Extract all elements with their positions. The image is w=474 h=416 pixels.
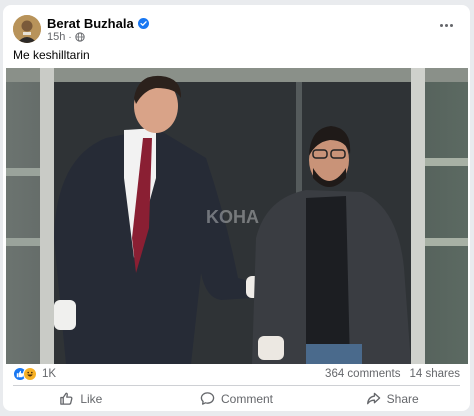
share-button[interactable]: Share (314, 386, 470, 411)
post-photo[interactable]: KOHA (6, 68, 468, 364)
post-timestamp[interactable]: 15h (47, 31, 65, 43)
like-label: Like (80, 391, 103, 406)
speech-bubble-icon (200, 392, 215, 405)
post-card: Berat Buzhala 15h · Me keshilltarin KOHA… (3, 5, 470, 411)
post-actions: Like Comment Share (3, 386, 470, 411)
author-name[interactable]: Berat Buzhala (47, 16, 134, 31)
shares-count[interactable]: 14 shares (409, 368, 460, 380)
haha-reaction-icon (23, 367, 37, 381)
post-header: Berat Buzhala 15h · (3, 5, 470, 47)
post-meta: 15h · (47, 31, 85, 43)
thumbs-up-outline-icon (60, 392, 73, 405)
post-stats: 1K 364 comments 14 shares (3, 364, 470, 384)
watermark-text: KOHA (206, 207, 259, 227)
more-horizontal-icon[interactable] (438, 19, 454, 31)
meta-separator: · (68, 31, 72, 43)
share-arrow-icon (366, 392, 380, 405)
post-caption: Me keshilltarin (13, 48, 90, 62)
share-label: Share (386, 391, 419, 406)
like-button[interactable]: Like (3, 386, 159, 411)
author-row: Berat Buzhala (47, 16, 149, 31)
author-avatar[interactable] (13, 15, 41, 43)
verified-badge-icon (137, 18, 149, 29)
comments-count[interactable]: 364 comments (325, 368, 400, 380)
reactions-summary[interactable]: 1K (13, 367, 56, 381)
comment-button[interactable]: Comment (159, 386, 315, 411)
comment-label: Comment (221, 391, 274, 406)
engagement-counts: 364 comments 14 shares (325, 368, 460, 380)
globe-icon[interactable] (75, 32, 85, 42)
reactions-count: 1K (42, 368, 57, 380)
